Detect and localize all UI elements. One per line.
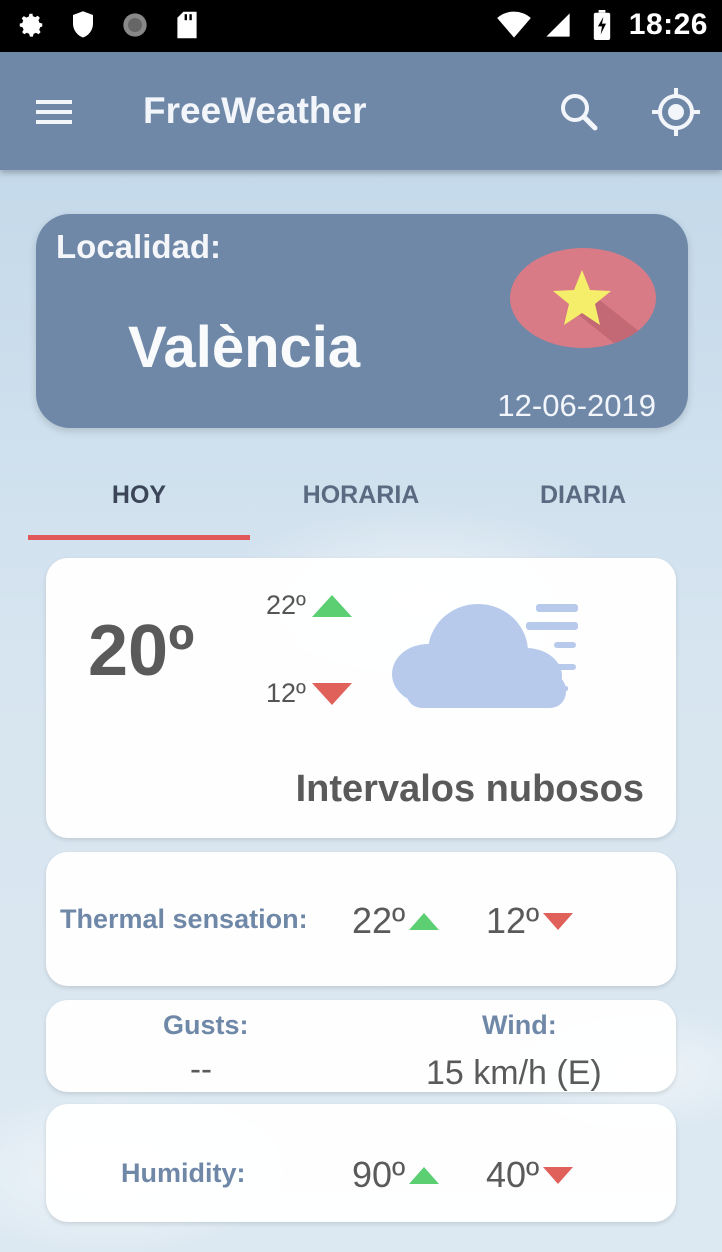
- circle-icon: [118, 8, 152, 42]
- tab-bar: HOY HORARIA DIARIA: [28, 455, 694, 543]
- current-temperature: 20º: [88, 611, 195, 691]
- arrow-down-icon: [543, 1166, 574, 1184]
- today-weather-card: 20º 22º 12º Intervalos nubosos: [46, 558, 676, 838]
- tab-diaria[interactable]: DIARIA: [472, 455, 694, 535]
- wifi-icon: [496, 8, 531, 42]
- app-bar: FreeWeather: [0, 52, 722, 170]
- location-label: Localidad:: [56, 228, 222, 265]
- thermal-min: 12º: [486, 900, 574, 942]
- tab-indicator: [28, 535, 250, 540]
- max-temperature-value: 22º: [266, 590, 306, 620]
- thermal-sensation-card: Thermal sensation: 22º 12º: [46, 852, 676, 986]
- signal-icon: [541, 8, 575, 42]
- wind-label: Wind:: [482, 1010, 557, 1040]
- tab-horaria[interactable]: HORARIA: [250, 455, 472, 535]
- location-card: Localidad: València 12-06-2019: [36, 214, 688, 428]
- condition-text: Intervalos nubosos: [295, 768, 644, 810]
- arrow-up-icon: [311, 594, 352, 617]
- humidity-max-value: 90º: [352, 1154, 406, 1195]
- thermal-max: 22º: [352, 900, 440, 942]
- thermal-min-value: 12º: [486, 900, 540, 941]
- arrow-down-icon: [543, 912, 574, 930]
- gear-icon: [14, 8, 48, 42]
- app-title: FreeWeather: [143, 90, 367, 131]
- arrow-down-icon: [311, 682, 352, 705]
- status-bar: 18:26: [0, 0, 722, 52]
- humidity-max: 90º: [352, 1154, 440, 1196]
- tab-hoy[interactable]: HOY: [28, 455, 250, 535]
- thermal-sensation-label: Thermal sensation:: [60, 904, 308, 934]
- search-icon[interactable]: [555, 88, 603, 136]
- wind-card: Gusts: -- Wind: 15 km/h (E): [46, 1000, 676, 1092]
- shield-icon: [66, 8, 100, 42]
- arrow-up-icon: [409, 912, 440, 930]
- arrow-up-icon: [409, 1166, 440, 1184]
- my-location-icon[interactable]: [650, 86, 702, 138]
- humidity-label: Humidity:: [121, 1158, 246, 1188]
- wind-value: 15 km/h (E): [426, 1054, 602, 1092]
- humidity-min-value: 40º: [486, 1154, 540, 1195]
- location-city: València: [128, 315, 361, 380]
- humidity-card: Humidity: 90º 40º: [46, 1104, 676, 1222]
- min-temperature-value: 12º: [266, 678, 306, 708]
- humidity-min: 40º: [486, 1154, 574, 1196]
- clock-time: 18:26: [628, 8, 708, 41]
- min-temperature: 12º: [266, 678, 352, 709]
- max-temperature: 22º: [266, 590, 352, 621]
- gusts-value: --: [190, 1050, 212, 1087]
- favorite-button[interactable]: [510, 248, 656, 348]
- sd-card-icon: [170, 8, 204, 42]
- location-date: 12-06-2019: [497, 388, 656, 423]
- gusts-label: Gusts:: [163, 1010, 249, 1040]
- battery-icon: [585, 8, 619, 42]
- star-icon: [553, 270, 656, 348]
- thermal-max-value: 22º: [352, 900, 406, 941]
- menu-icon[interactable]: [28, 92, 80, 132]
- cloud-wind-icon: [386, 592, 596, 712]
